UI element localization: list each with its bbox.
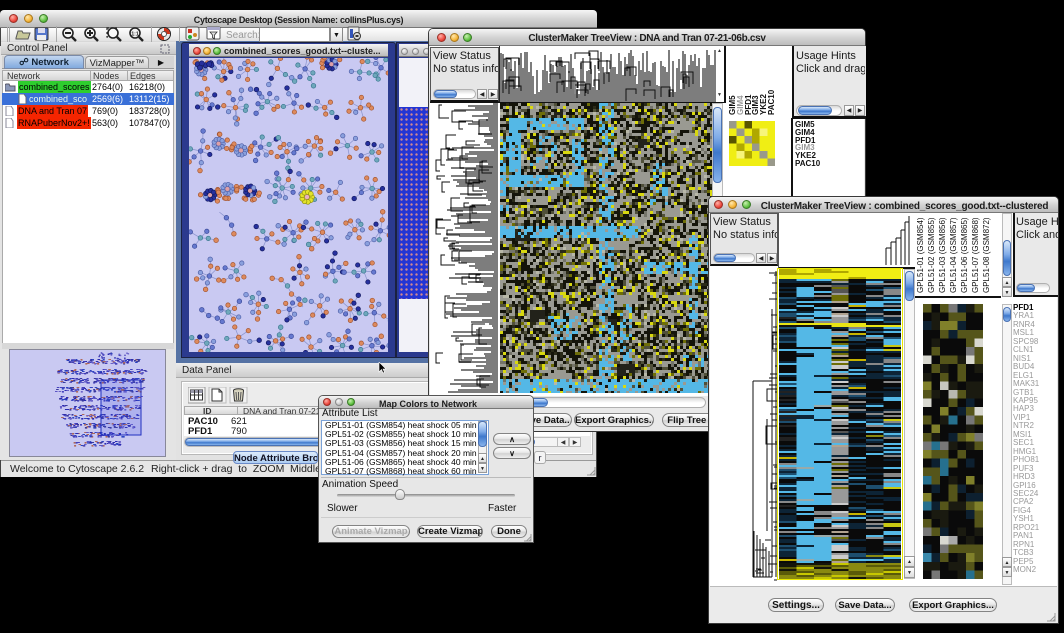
svg-text:1:1: 1:1 [131, 32, 138, 38]
